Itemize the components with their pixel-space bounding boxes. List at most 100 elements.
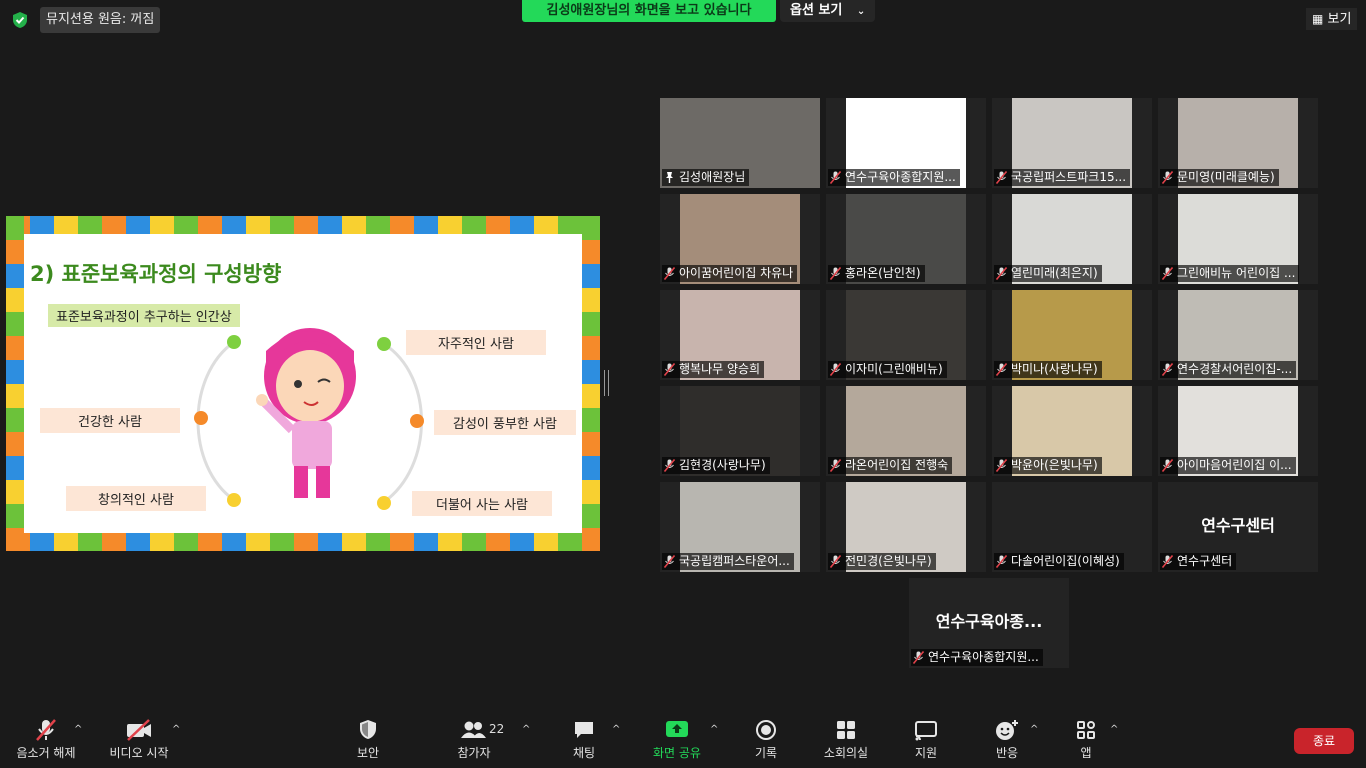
screen-share-banner: 김성애원장님의 화면을 보고 있습니다 [522, 0, 776, 22]
participant-tile[interactable]: 라온어린이집 전행숙 [826, 386, 986, 476]
participant-name-label: 행복나무 양승희 [662, 361, 765, 378]
microphone-muted-icon [1161, 554, 1174, 569]
microphone-muted-icon [995, 458, 1008, 473]
shield-icon [360, 720, 376, 739]
microphone-muted-icon [1161, 362, 1174, 377]
security-label: 보안 [356, 746, 380, 760]
participant-tile[interactable]: 연수구센터 연수구센터 [1158, 482, 1318, 572]
participant-tile[interactable]: 그린애비뉴 어린이집 ... [1158, 194, 1318, 284]
breakout-rooms-button[interactable]: 소회의실 [818, 718, 874, 761]
cast-screen-icon [915, 721, 937, 741]
participants-options-caret[interactable]: ^ [522, 724, 530, 735]
chat-button[interactable]: 채팅 [566, 718, 602, 761]
view-options-button[interactable]: 옵션 보기 ⌄ [780, 0, 876, 22]
slide-item-creative: 창의적인 사람 [66, 486, 206, 511]
participant-name: 국공립캠퍼스타운어... [679, 554, 790, 568]
reactions-button[interactable]: 반응 [990, 718, 1024, 761]
participant-name-label: 연수경찰서어린이집-... [1160, 361, 1297, 378]
participant-name-label: 그린애비뉴 어린이집 ... [1160, 265, 1300, 282]
participant-tile[interactable]: 열린미래(최은지) [992, 194, 1152, 284]
unmute-label: 음소거 해제 [16, 746, 76, 760]
microphone-muted-icon [663, 266, 676, 281]
view-button[interactable]: ▦ 보기 [1306, 8, 1358, 30]
split-view-resize-handle[interactable] [604, 370, 609, 396]
participant-tile[interactable]: 연수구육아종... 연수구육아종합지원... [909, 578, 1069, 668]
security-button[interactable]: 보안 [348, 718, 388, 761]
participant-name-label: 국공립캠퍼스타운어... [662, 553, 794, 570]
original-sound-status[interactable]: 뮤지션용 원음: 꺼짐 [40, 7, 161, 33]
microphone-muted-icon [829, 362, 842, 377]
participant-name-label: 김성애원장님 [662, 169, 750, 186]
participant-tile[interactable]: 행복나무 양승희 [660, 290, 820, 380]
share-screen-button[interactable]: 화면 공유 [648, 718, 706, 761]
participant-name-label: 열린미래(최은지) [994, 265, 1102, 282]
apps-label: 앱 [1080, 746, 1092, 760]
participant-name-label: 아이꿈어린이집 차유나 [662, 265, 798, 282]
participant-name: 아이꿈어린이집 차유나 [679, 266, 794, 280]
microphone-muted-icon [1161, 266, 1174, 281]
participant-tile[interactable]: 이자미(그린애비뉴) [826, 290, 986, 380]
unmute-button[interactable]: 음소거 해제 [14, 718, 78, 761]
share-options-caret[interactable]: ^ [710, 724, 718, 735]
participant-tile[interactable]: 아이꿈어린이집 차유나 [660, 194, 820, 284]
participant-tile[interactable]: 다솔어린이집(이혜성) [992, 482, 1152, 572]
record-button[interactable]: 기록 [748, 718, 784, 761]
participant-tile[interactable]: 홍라온(남인천) [826, 194, 986, 284]
shield-icon[interactable] [10, 10, 30, 30]
participant-display-name: 연수구육아종... [935, 612, 1043, 631]
microphone-muted-icon [1161, 458, 1174, 473]
apps-options-caret[interactable]: ^ [1110, 724, 1118, 735]
microphone-muted-icon [36, 719, 56, 741]
chevron-down-icon: ⌄ [856, 6, 866, 17]
participant-tile[interactable]: 연수구육아종합지원... [826, 98, 986, 188]
participant-name-label: 박윤아(은빛나무) [994, 457, 1102, 474]
participant-name-label: 라온어린이집 전행숙 [828, 457, 953, 474]
slide-item-healthy: 건강한 사람 [40, 408, 180, 433]
participant-tile[interactable]: 연수경찰서어린이집-... [1158, 290, 1318, 380]
apps-button[interactable]: 앱 [1072, 718, 1100, 761]
participant-name: 연수구육아종합지원... [928, 650, 1039, 664]
microphone-muted-icon [829, 266, 842, 281]
support-button[interactable]: 지원 [906, 718, 946, 761]
participant-name-label: 국공립퍼스트파크15... [994, 169, 1131, 186]
share-screen-icon [666, 721, 688, 737]
slide-item-autonomous: 자주적인 사람 [406, 330, 546, 355]
participant-tile[interactable]: 박윤아(은빛나무) [992, 386, 1152, 476]
participant-name: 박윤아(은빛나무) [1011, 458, 1098, 472]
participant-tile[interactable]: 박미나(사랑나무) [992, 290, 1152, 380]
record-icon [756, 720, 776, 740]
microphone-muted-icon [829, 458, 842, 473]
participant-name: 전민경(은빛나무) [845, 554, 932, 568]
participant-name: 아이마음어린이집 이... [1177, 458, 1292, 472]
participant-name: 연수구육아종합지원... [845, 170, 956, 184]
video-options-caret[interactable]: ^ [172, 724, 180, 735]
participant-name-label: 연수구육아종합지원... [828, 169, 960, 186]
participant-tile[interactable]: 문미영(미래클예능) [1158, 98, 1318, 188]
participant-name-label: 김현경(사랑나무) [662, 457, 770, 474]
grid-view-icon: ▦ [1312, 12, 1324, 26]
participant-name-label: 이자미(그린애비뉴) [828, 361, 947, 378]
support-label: 지원 [914, 746, 938, 760]
participant-tile[interactable]: 김성애원장님 [660, 98, 820, 188]
participant-tile[interactable]: 김현경(사랑나무) [660, 386, 820, 476]
view-button-label: 보기 [1327, 12, 1352, 27]
audio-options-caret[interactable]: ^ [74, 724, 82, 735]
participant-tile[interactable]: 전민경(은빛나무) [826, 482, 986, 572]
participant-name: 행복나무 양승희 [679, 362, 761, 376]
chat-label: 채팅 [572, 746, 596, 760]
chat-options-caret[interactable]: ^ [612, 724, 620, 735]
slide-item-emotional: 감성이 풍부한 사람 [434, 410, 576, 435]
microphone-muted-icon [995, 266, 1008, 281]
reactions-options-caret[interactable]: ^ [1030, 724, 1038, 735]
participant-name: 연수구센터 [1177, 554, 1233, 568]
microphone-muted-icon [1161, 170, 1174, 185]
participant-tile[interactable]: 국공립캠퍼스타운어... [660, 482, 820, 572]
end-meeting-button[interactable]: 종료 [1294, 728, 1354, 754]
participant-name: 홍라온(남인천) [845, 266, 921, 280]
microphone-muted-icon [912, 650, 925, 665]
participant-tile[interactable]: 국공립퍼스트파크15... [992, 98, 1152, 188]
participant-tile[interactable]: 아이마음어린이집 이... [1158, 386, 1318, 476]
participant-display-name: 연수구센터 [1201, 516, 1275, 535]
start-video-button[interactable]: 비디오 시작 [106, 718, 172, 761]
participant-name-label: 연수구육아종합지원... [911, 649, 1043, 666]
